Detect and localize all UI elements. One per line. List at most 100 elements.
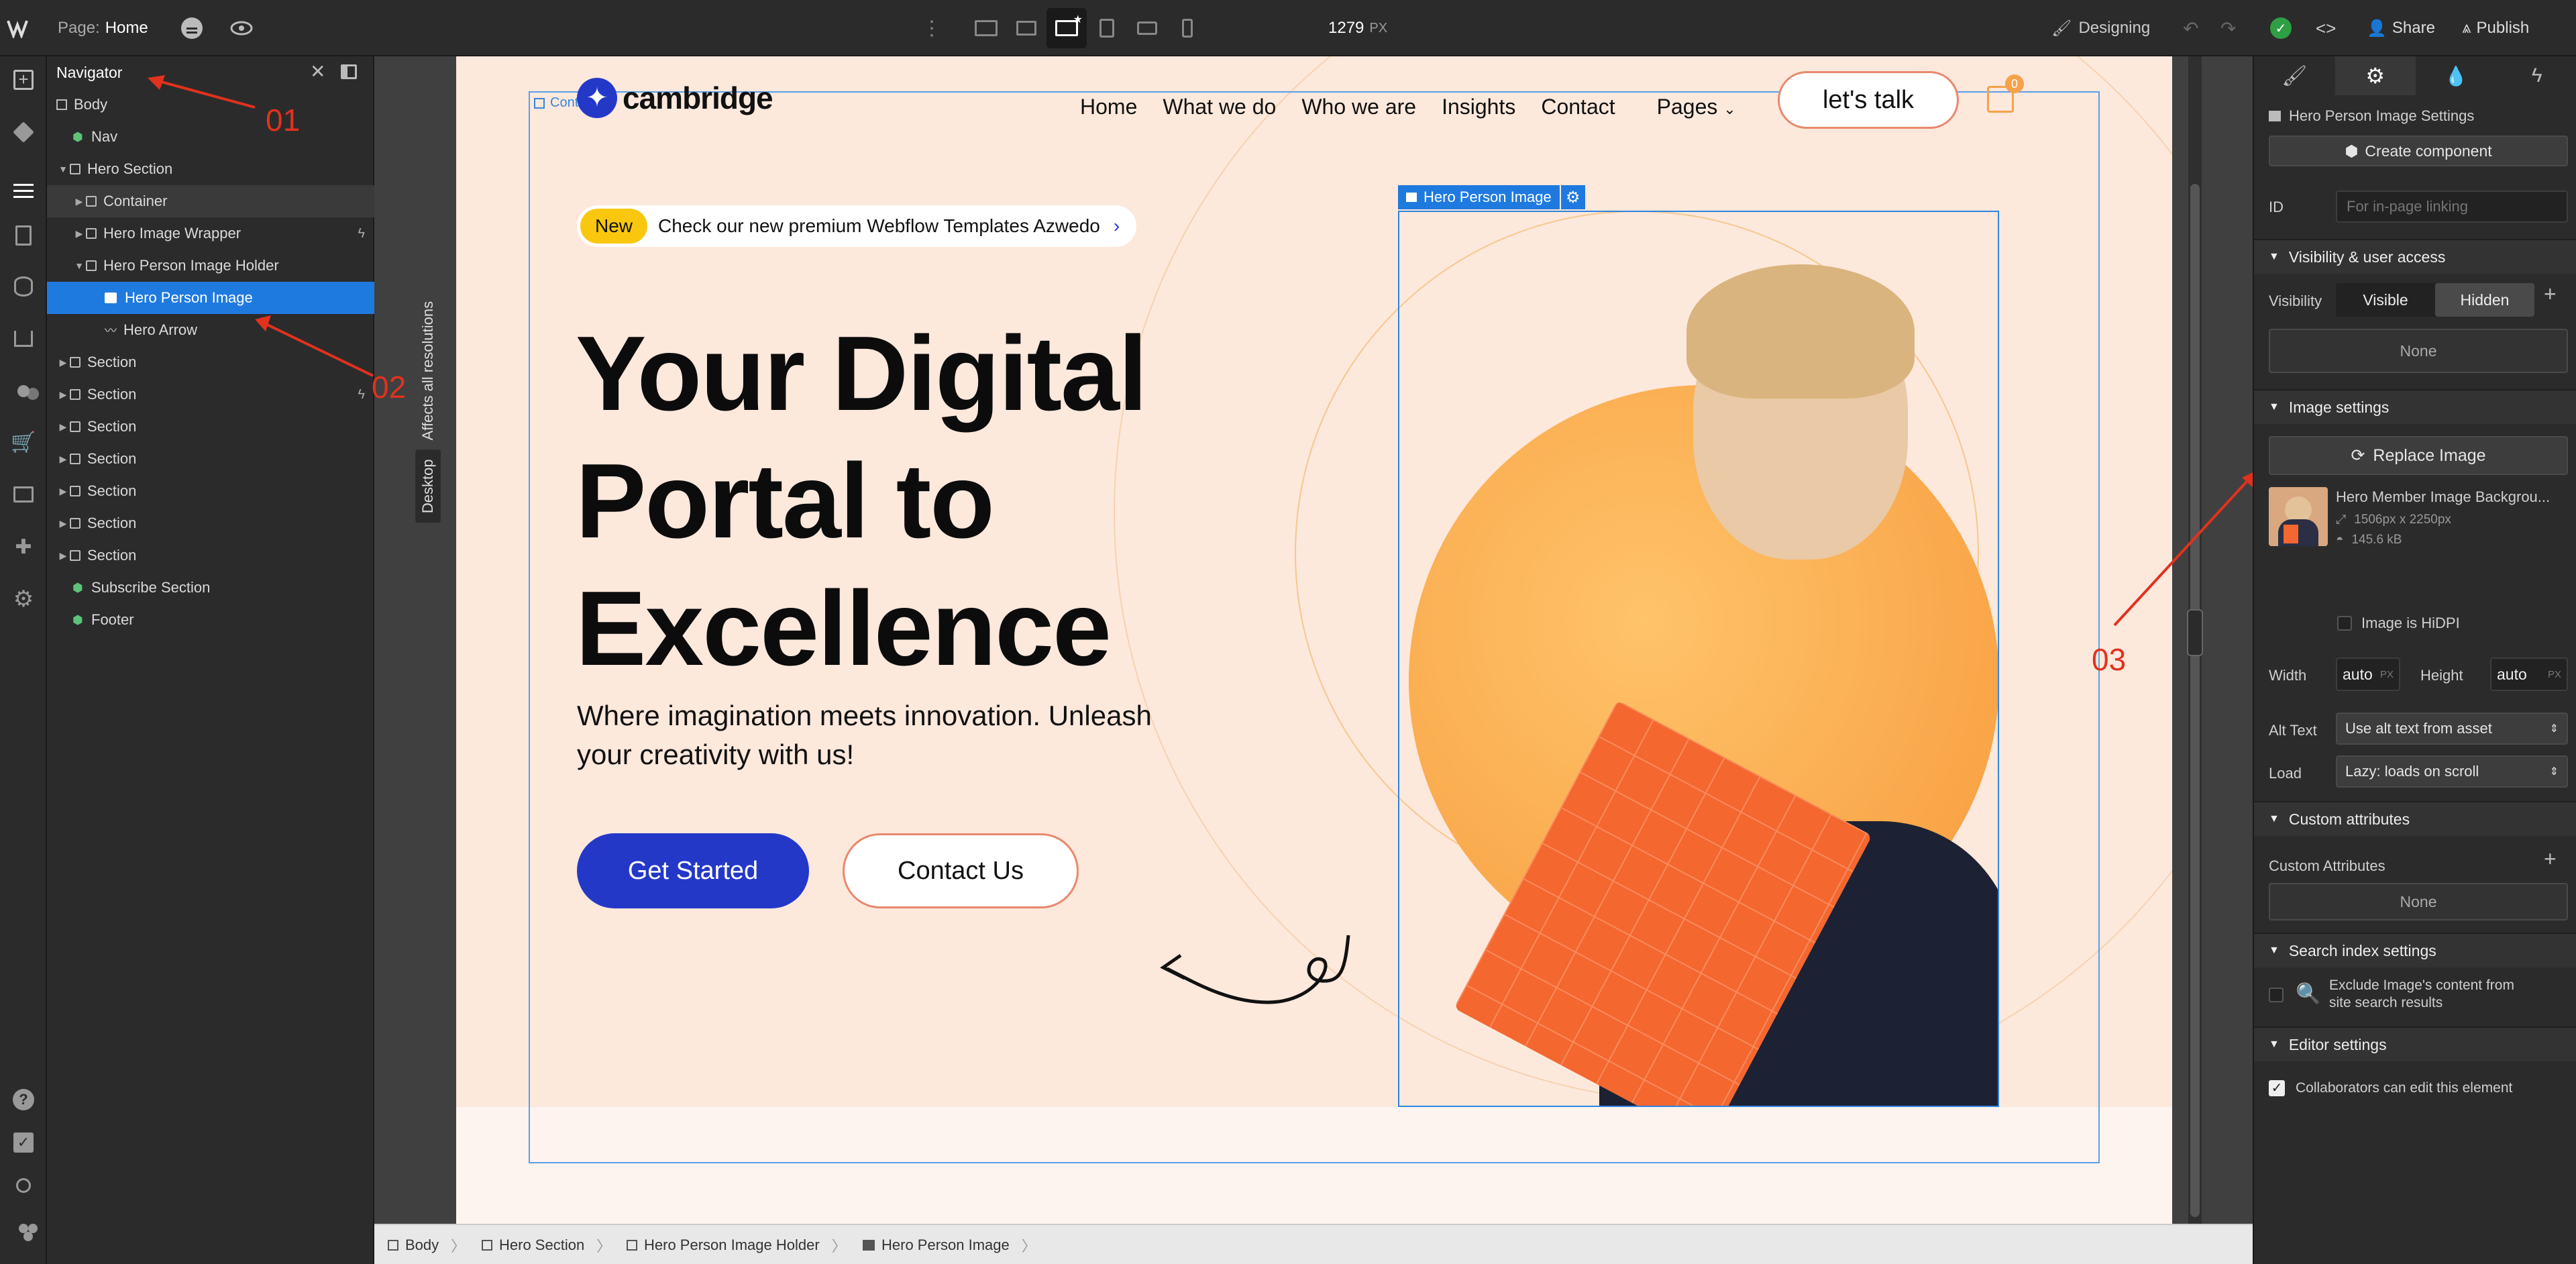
caret-down-icon[interactable]: ▼ <box>72 260 86 271</box>
caret-right-icon[interactable]: ▶ <box>56 550 70 562</box>
hidden-option[interactable]: Hidden <box>2435 283 2534 317</box>
navigator-icon[interactable] <box>8 169 39 200</box>
asset-thumbnail[interactable] <box>2269 487 2328 546</box>
get-started-button[interactable]: Get Started <box>577 833 809 908</box>
share-button[interactable]: 👤 Share <box>2367 0 2435 56</box>
breadcrumb-hero-person-image[interactable]: Hero Person Image 〉 <box>863 1225 1036 1264</box>
pages-icon[interactable] <box>8 220 39 251</box>
nav-item-hero-arrow[interactable]: 〰 Hero Arrow <box>47 314 374 346</box>
editor-settings-section-header[interactable]: ▼ Editor settings <box>2254 1026 2576 1061</box>
visibility-section-header[interactable]: ▼ Visibility & user access <box>2254 239 2576 274</box>
redo-icon[interactable]: ↷ <box>2220 0 2236 56</box>
caret-right-icon[interactable]: ▶ <box>56 357 70 368</box>
help-icon[interactable]: ? <box>8 1084 39 1115</box>
selected-element-tag[interactable]: Hero Person Image ⚙ <box>1398 185 1585 209</box>
add-attribute-icon[interactable]: + <box>2544 847 2557 872</box>
device-large-desktop-icon[interactable] <box>966 8 1006 48</box>
device-mobile-landscape-icon[interactable] <box>1127 8 1167 48</box>
add-elements-icon[interactable]: + <box>8 64 39 95</box>
site-nav-pages[interactable]: Pages ⌄ <box>1657 95 1736 119</box>
nav-item-section[interactable]: ▶ Section <box>47 443 374 475</box>
mode-switch[interactable]: 🖌 Designing <box>2051 0 2150 56</box>
id-input[interactable] <box>2336 191 2568 223</box>
alt-text-select[interactable]: Use alt text from asset ⇕ <box>2336 713 2568 745</box>
search-index-section-header[interactable]: ▼ Search index settings <box>2254 933 2576 967</box>
webflow-logo-icon[interactable] <box>7 0 36 56</box>
exclude-search-checkbox[interactable] <box>2269 988 2284 1002</box>
breadcrumb-hero-person-image-holder[interactable]: Hero Person Image Holder 〉 <box>627 1225 847 1264</box>
tab-interactions-bolt-icon[interactable]: ϟ <box>2497 56 2576 95</box>
preview-eye-icon[interactable] <box>229 0 254 56</box>
nav-item-footer[interactable]: ⬢ Footer <box>47 604 374 636</box>
more-vertical-icon[interactable]: ⋮ <box>922 0 942 56</box>
components-cube-icon[interactable] <box>8 117 39 148</box>
publish-button[interactable]: ⩓ Publish <box>2462 0 2529 56</box>
element-settings-gear-icon[interactable]: ⚙ <box>1560 185 1585 209</box>
nav-item-body[interactable]: Body <box>47 89 374 121</box>
site-nav-home[interactable]: Home <box>1080 95 1137 119</box>
search-icon[interactable] <box>8 1170 39 1201</box>
nav-item-section[interactable]: ▶ Section <box>47 507 374 539</box>
width-input[interactable]: auto PX <box>2336 657 2400 691</box>
community-icon[interactable] <box>8 1213 39 1244</box>
comments-icon[interactable] <box>181 0 203 56</box>
add-icon[interactable]: + <box>2544 282 2557 307</box>
load-select[interactable]: Lazy: loads on scroll ⇕ <box>2336 755 2568 788</box>
contact-us-button[interactable]: Contact Us <box>843 833 1079 908</box>
cms-database-icon[interactable] <box>8 271 39 302</box>
nav-item-hero-image-wrapper[interactable]: ▶ Hero Image Wrapper ϟ <box>47 217 374 250</box>
tab-style-manager-drops-icon[interactable]: 💧 <box>2416 56 2497 95</box>
device-base-desktop-icon[interactable]: ★ <box>1046 8 1087 48</box>
announcement-badge[interactable]: New Check our new premium Webflow Templa… <box>577 205 1136 247</box>
page-selector[interactable]: Page: Home <box>58 0 148 56</box>
nav-item-section[interactable]: ▶ Section <box>47 411 374 443</box>
caret-right-icon[interactable]: ▶ <box>56 421 70 433</box>
site-nav-who-we-are[interactable]: Who we are <box>1301 95 1416 119</box>
nav-item-nav[interactable]: ⬢ Nav <box>47 121 374 153</box>
visible-option[interactable]: Visible <box>2336 283 2435 317</box>
nav-item-section[interactable]: ▶ Section <box>47 539 374 572</box>
caret-right-icon[interactable]: ▶ <box>56 389 70 401</box>
caret-down-icon[interactable]: ▼ <box>56 164 70 174</box>
code-icon[interactable]: <> <box>2316 0 2336 56</box>
nav-item-subscribe-section[interactable]: ⬢ Subscribe Section <box>47 572 374 604</box>
nav-item-section[interactable]: ▶ Section ϟ <box>47 378 374 411</box>
close-icon[interactable]: ✕ <box>310 60 325 83</box>
settings-gear-icon[interactable]: ⚙ <box>8 584 39 615</box>
canvas-width-readout[interactable]: 1279 PX <box>1328 0 1387 56</box>
caret-right-icon[interactable]: ▶ <box>56 454 70 465</box>
caret-right-icon[interactable]: ▶ <box>56 486 70 497</box>
device-tablet-icon[interactable] <box>1087 8 1127 48</box>
nav-item-hero-section[interactable]: ▼ Hero Section <box>47 153 374 185</box>
caret-right-icon[interactable]: ▶ <box>56 518 70 529</box>
nav-item-container[interactable]: ▶ Container <box>47 185 374 217</box>
breadcrumb-hero-section[interactable]: Hero Section 〉 <box>482 1225 611 1264</box>
logic-icon[interactable] <box>8 323 39 354</box>
site-nav-insights[interactable]: Insights <box>1442 95 1515 119</box>
status-check-icon[interactable]: ✓ <box>2270 0 2292 56</box>
breadcrumb-body[interactable]: Body 〉 <box>388 1225 466 1264</box>
device-mobile-portrait-icon[interactable] <box>1167 8 1208 48</box>
caret-right-icon[interactable]: ▶ <box>72 228 86 240</box>
tab-settings-gear-icon[interactable]: ⚙ <box>2334 56 2416 95</box>
users-icon[interactable] <box>8 376 39 407</box>
hidpi-checkbox[interactable] <box>2337 616 2352 631</box>
tab-style-brush-icon[interactable]: 🖌 <box>2254 56 2335 95</box>
replace-image-button[interactable]: ⟳ Replace Image <box>2269 436 2568 475</box>
nav-item-section[interactable]: ▶ Section <box>47 475 374 507</box>
resize-handle[interactable] <box>2187 609 2203 656</box>
cart-icon[interactable]: 0 <box>1987 74 2024 113</box>
nav-item-hero-person-image-holder[interactable]: ▼ Hero Person Image Holder <box>47 250 374 282</box>
assets-icon[interactable] <box>8 479 39 510</box>
site-logo[interactable]: ✦ cambridge <box>577 76 773 119</box>
device-desktop-icon[interactable] <box>1006 8 1046 48</box>
apps-puzzle-icon[interactable]: ✚ <box>8 531 39 562</box>
image-settings-section-header[interactable]: ▼ Image settings <box>2254 389 2576 424</box>
undo-icon[interactable]: ↶ <box>2183 0 2198 56</box>
create-component-button[interactable]: ⬢ Create component <box>2269 136 2568 166</box>
site-nav-contact[interactable]: Contact <box>1541 95 1615 119</box>
audit-checklist-icon[interactable]: ✓ <box>8 1127 39 1158</box>
site-nav-what-we-do[interactable]: What we do <box>1163 95 1276 119</box>
collaborators-checkbox[interactable]: ✓ <box>2269 1080 2285 1096</box>
lets-talk-button[interactable]: let's talk <box>1778 71 1959 129</box>
